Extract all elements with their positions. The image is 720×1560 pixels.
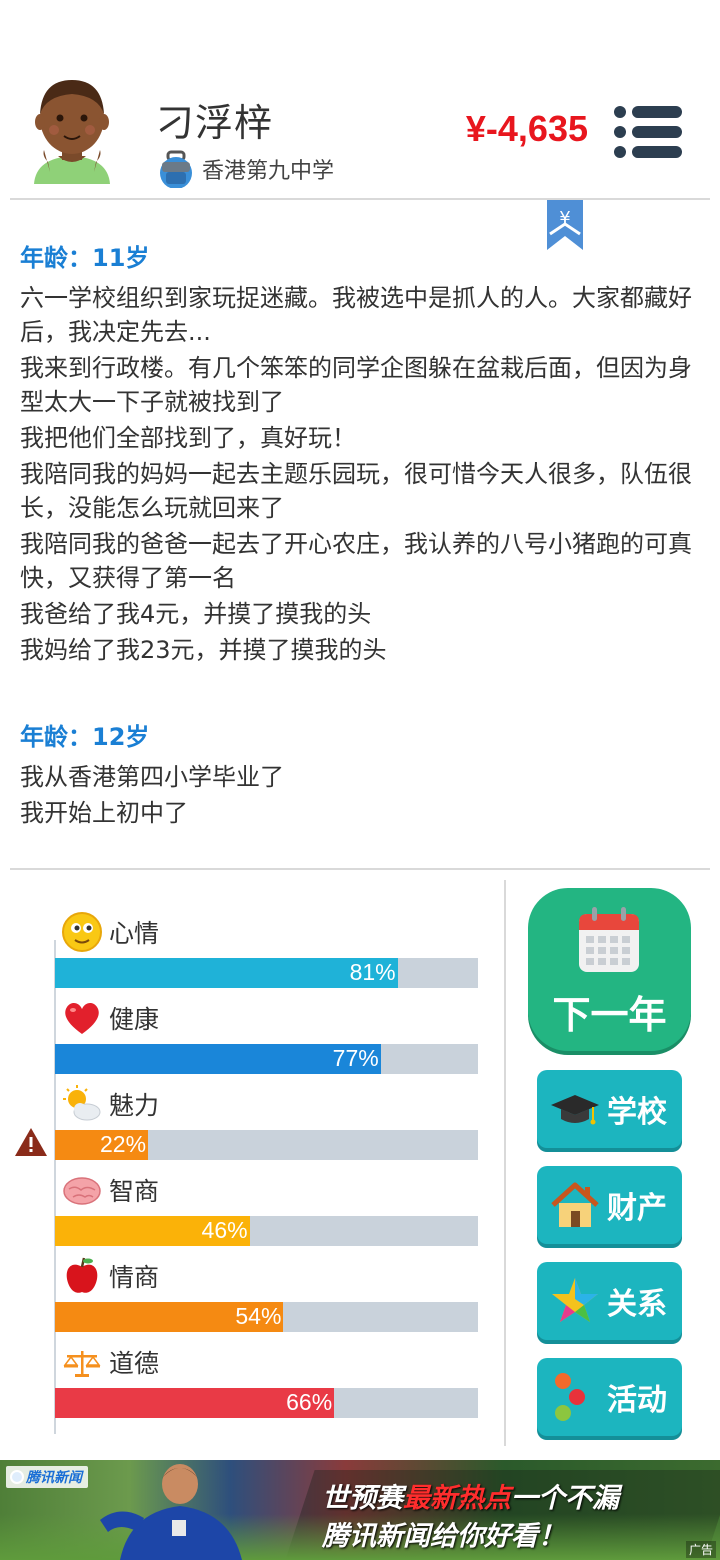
activity-dots-icon [555,1373,585,1421]
stat-percent: 81% [349,959,396,985]
house-icon [551,1182,599,1227]
stat-label: 健康 [109,1005,160,1034]
stat-bar-fill: 22% [55,1130,149,1160]
stat-iq: 智商 46% [55,1168,478,1246]
next-year-label: 下一年 [552,993,667,1037]
stat-percent: 66% [286,1389,333,1415]
log-line: 我陪同我的妈妈一起去主题乐园玩，很可惜今天人很多，队伍很长，没能怎么玩就回来了 [20,460,692,522]
year-block: 年龄：12岁 我从香港第四小学毕业了 我开始上初中了 [20,717,700,830]
event-log[interactable]: 年龄：11岁 六一学校组织到家玩捉迷藏。我被选中是抓人的人。大家都藏好后，我决定… [20,238,700,880]
stat-bar-fill: 77% [55,1044,381,1074]
school-bag-icon [160,150,192,188]
stat-percent: 54% [235,1303,282,1329]
ad-headline-1b: 一个不漏 [511,1483,619,1514]
header-divider [10,198,710,200]
stat-label: 魅力 [109,1091,160,1120]
log-line: 我陪同我的爸爸一起去了开心农庄，我认养的八号小猪跑的可真快，又获得了第一名 [20,530,692,592]
ad-headline-2: 腾讯新闻给你好看！ [322,1521,565,1552]
stat-percent: 46% [201,1217,248,1243]
stat-bar-fill: 54% [55,1302,284,1332]
stat-bar: 46% [55,1216,478,1246]
footballer-image [100,1464,242,1560]
warning-icon [15,1128,47,1156]
relations-button-label: 关系 [607,1287,667,1322]
log-line: 我把他们全部找到了，真好玩！ [20,424,356,452]
relations-button[interactable]: 关系 [537,1262,682,1340]
ad-tag: 广告 [685,1541,716,1558]
stat-mood: 心情 81% [55,910,478,988]
stat-percent: 77% [332,1045,379,1071]
activities-button[interactable]: 活动 [537,1358,682,1436]
log-line: 我来到行政楼。有几个笨笨的同学企图躲在盆栽后面，但因为身型太大一下子就被找到了 [20,354,692,416]
star-icon [552,1278,598,1322]
activities-button-label: 活动 [607,1383,667,1418]
property-button-label: 财产 [607,1191,667,1226]
stat-charm: 魅力 22% [55,1082,478,1160]
stat-label: 道德 [109,1349,160,1378]
stat-eq: 情商 54% [55,1254,478,1332]
age-heading: 年龄：11岁 [20,244,150,272]
stat-bar-fill: 46% [55,1216,250,1246]
heart-icon [65,1003,99,1034]
ad-headline-1a: 世预赛 [322,1483,403,1514]
avatar [34,80,110,184]
age-heading: 年龄：12岁 [20,723,150,751]
log-line: 我妈给了我23元，并摸了摸我的头 [20,636,387,664]
log-line: 我从香港第四小学毕业了 [20,763,284,791]
log-line: 六一学校组织到家玩捉迷藏。我被选中是抓人的人。大家都藏好后，我决定先去... [20,284,692,346]
stat-bar: 22% [55,1130,478,1160]
calendar-icon [579,907,639,972]
ad-brand: 腾讯新闻 [6,1466,88,1488]
school-name: 香港第九中学 [202,159,335,184]
next-year-button[interactable]: 下一年 [528,888,691,1051]
graduation-cap-icon [551,1095,599,1125]
stat-morality: 道德 66% [55,1340,478,1418]
ad-banner[interactable]: 腾讯新闻 世预赛最新热点一个不漏 腾讯新闻给你好看！ 广告 [0,1460,720,1560]
smiley-icon [62,912,102,952]
sun-cloud-icon [63,1085,101,1121]
log-divider [10,868,710,870]
stat-label: 智商 [109,1177,160,1206]
stat-bar: 54% [55,1302,478,1332]
stat-health: 健康 77% [55,996,478,1074]
year-block: 年龄：11岁 六一学校组织到家玩捉迷藏。我被选中是抓人的人。大家都藏好后，我决定… [20,238,700,667]
player-name: 刁浮梓 [156,101,274,145]
ad-headline-hot: 最新热点 [403,1483,511,1514]
panel-divider [504,880,506,1446]
school-row: 香港第九中学 [158,150,334,188]
stat-bar: 66% [55,1388,478,1418]
brain-icon [63,1177,101,1205]
log-line: 我爸给了我4元，并摸了摸我的头 [20,600,372,628]
stat-bar-fill: 66% [55,1388,335,1418]
stat-bar: 77% [55,1044,478,1074]
money-balance: ¥-4,635 [465,108,588,149]
bookmark-symbol: ¥ [559,208,570,229]
stat-label: 情商 [109,1263,160,1292]
ad-headline-1: 世预赛最新热点一个不漏 [322,1476,619,1515]
property-button[interactable]: 财产 [537,1166,682,1244]
log-line: 我开始上初中了 [20,799,188,827]
school-button[interactable]: 学校 [537,1070,682,1148]
scales-icon [63,1351,101,1377]
stat-label: 心情 [109,919,160,948]
stat-bar: 81% [55,958,478,988]
apple-icon [66,1257,98,1293]
stat-percent: 22% [100,1131,147,1157]
menu-icon[interactable] [612,104,684,160]
stat-bar-fill: 81% [55,958,398,988]
school-button-label: 学校 [607,1095,667,1130]
